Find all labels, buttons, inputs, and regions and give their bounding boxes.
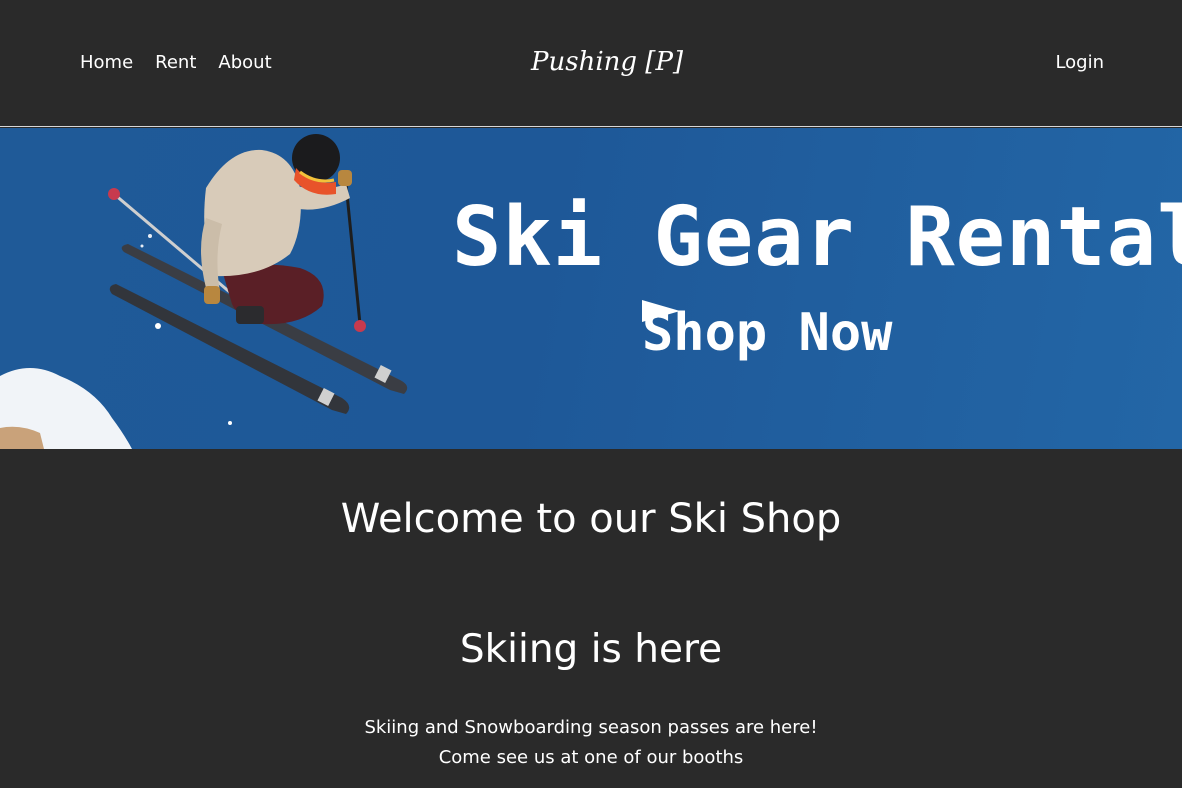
nav-link-home[interactable]: Home [80,49,133,77]
nav-link-rent[interactable]: Rent [155,49,196,77]
nav-links: Home Rent About [80,49,272,77]
login-link[interactable]: Login [1055,49,1104,77]
skier-photo [0,134,408,449]
shop-now-button[interactable]: Shop Now [642,300,892,366]
description-line: Skiing and Snowboarding season passes ar… [364,717,818,738]
nav-link-about[interactable]: About [218,49,271,77]
season-description: Skiing and Snowboarding season passes ar… [0,713,1182,773]
description-line: Come see us at one of our booths [438,747,744,768]
navbar: Home Rent About Pushing [P] Login [0,0,1182,127]
brand-logo[interactable]: Pushing [P] [531,42,683,82]
hero-banner: Ski Gear Rental Shop Now [0,128,1182,449]
welcome-heading: Welcome to our Ski Shop [340,496,842,542]
season-heading: Skiing is here [459,627,723,672]
banner-title: Ski Gear Rental [452,190,1182,285]
arrow-right-icon [642,300,680,322]
